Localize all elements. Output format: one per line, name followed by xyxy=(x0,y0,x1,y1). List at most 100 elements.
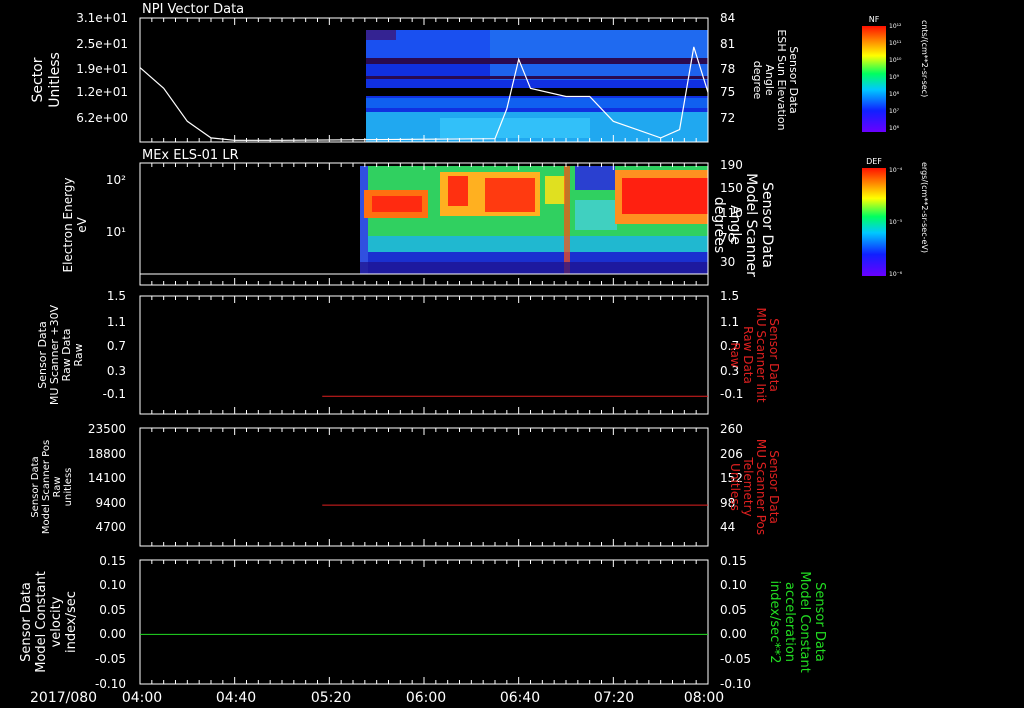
colorbar-nf-tick: 10¹² xyxy=(889,23,902,30)
p2-ylabel-right-line: degrees xyxy=(711,197,727,253)
x-tick-label: 06:40 xyxy=(500,690,540,706)
p3-ylabel-right-line: Raw xyxy=(728,342,742,367)
p2-ylabel-left-line: eV xyxy=(75,216,89,232)
p5-ytick-right: 0.10 xyxy=(720,578,747,592)
x-tick-label: 08:00 xyxy=(684,690,724,706)
p4-ylabel-left-line: Raw xyxy=(52,476,63,497)
p5-ylabel-right-line: Model Constant xyxy=(797,571,812,673)
p5-ytick-right: -0.05 xyxy=(720,652,751,666)
p1-ytick-right: 81 xyxy=(720,37,735,51)
p2-ylabel-right-line: Angle xyxy=(727,205,743,245)
spectrogram-2-yellow-1 xyxy=(545,176,565,204)
p5-ylabel-left-line: Sensor Data xyxy=(19,582,34,662)
p4-ytick-right: 44 xyxy=(720,520,735,534)
colorbar-nf-label: NF xyxy=(869,15,880,24)
p1-ylabel-left-line: Unitless xyxy=(47,52,63,108)
p1-ytick-right: 75 xyxy=(720,85,735,99)
p2-ylabel-left: Electron Energy eV xyxy=(61,177,89,272)
p1-ylabel-left-line: Sector xyxy=(30,57,46,102)
p4-ylabel-left-line: unitless xyxy=(63,468,74,507)
p5-ylabel-right: Sensor Data Model Constant acceleration … xyxy=(767,571,827,673)
p5-ylabel-left: Sensor Data Model Constant velocity inde… xyxy=(19,571,79,673)
p4-ylabel-right-line: Unitless xyxy=(728,463,742,511)
p1-ytick-right: 72 xyxy=(720,111,735,125)
panel-1-title: NPI Vector Data xyxy=(142,2,244,17)
p5-ytick: 0.10 xyxy=(99,578,126,592)
p2-ytick: 10¹ xyxy=(106,225,126,239)
colorbar-nf-tick: 10⁸ xyxy=(889,91,900,98)
x-tick-label: 06:00 xyxy=(406,690,446,706)
x-axis-date: 2017/080 xyxy=(30,690,97,706)
p2-ylabel-right-line: Sensor Data xyxy=(759,182,775,268)
p5-ylabel-right-line: index/sec**2 xyxy=(767,580,782,663)
p4-ylabel-left-line: Model Scanner Pos xyxy=(41,440,52,534)
p5-ytick-right: 0.15 xyxy=(720,554,747,568)
spectrogram-1-gap-2 xyxy=(366,76,708,79)
p1-ylabel-right: Sensor Data ESH Sun Elevation Angle degr… xyxy=(751,29,800,130)
panel-5-frame xyxy=(139,559,709,685)
colorbar-def-tick: 10⁻⁵ xyxy=(889,219,903,226)
colorbar-nf-tick: 10⁷ xyxy=(889,108,900,115)
p2-ytick-right: 30 xyxy=(720,255,735,269)
p4-ytick-right: 260 xyxy=(720,422,743,436)
panel-4-scanner-pos: 23500 18800 14100 9400 4700 260 206 152 … xyxy=(30,422,781,547)
spectrogram-2-hot-1b xyxy=(372,196,422,212)
p1-ytick: 1.2e+01 xyxy=(76,85,128,99)
p2-ytick-right: 190 xyxy=(720,158,743,172)
p4-ytick: 14100 xyxy=(88,471,126,485)
spectrogram-1-band-bright xyxy=(440,118,590,138)
p5-ytick: -0.10 xyxy=(95,677,126,691)
p4-ytick: 23500 xyxy=(88,422,126,436)
p4-ylabel-right-line: MU Scanner Pos xyxy=(754,439,768,535)
spectrogram-1-band-mid xyxy=(490,30,708,80)
spectrogram-2-hot-3b xyxy=(622,178,708,214)
p3-ylabel-right-line: Raw Data xyxy=(741,326,755,384)
p1-ytick: 1.9e+01 xyxy=(76,62,128,76)
spectrogram-1-gap-1 xyxy=(366,58,708,64)
p4-ytick: 4700 xyxy=(95,520,126,534)
colorbar-nf-gradient xyxy=(862,26,886,132)
panel-2-title: MEx ELS-01 LR xyxy=(142,148,239,163)
p2-ylabel-left-line: Electron Energy xyxy=(61,177,75,272)
colorbar-nf: NF 10¹² 10¹¹ 10¹⁰ 10⁹ 10⁸ 10⁷ 10⁶ cnts/(… xyxy=(862,15,929,132)
p5-ylabel-left-line: velocity xyxy=(49,596,64,647)
panel-3-mu-scanner-raw: 1.5 1.1 0.7 0.3 -0.1 1.5 1.1 0.7 0.3 -0.… xyxy=(36,289,781,415)
p1-ytick-right: 84 xyxy=(720,11,735,25)
p1-ytick: 2.5e+01 xyxy=(76,37,128,51)
p5-ytick-right: -0.10 xyxy=(720,677,751,691)
spectrogram-1-band-low-1 xyxy=(366,98,708,108)
p3-ytick-right: 1.1 xyxy=(720,315,739,329)
p5-ylabel-right-line: Sensor Data xyxy=(812,582,827,662)
panel-1-npi-vector: NPI Vector Data 3.1e+01 2.5e+01 1.9e+01 … xyxy=(30,2,800,143)
spectrogram-2-edge xyxy=(360,166,368,274)
p4-ylabel-right-line: Telemetry xyxy=(741,456,755,516)
p3-ytick-right: 1.5 xyxy=(720,289,739,303)
spectrogram-2-spike xyxy=(564,166,570,274)
panel-1-spectrogram xyxy=(366,30,708,142)
spectrogram-2-cyan-patch xyxy=(575,200,617,230)
p5-ytick: 0.00 xyxy=(99,627,126,641)
p2-ytick: 10² xyxy=(106,173,126,187)
p3-ytick: -0.1 xyxy=(103,387,126,401)
spectrogram-2-hot-2a xyxy=(448,176,468,206)
spectrogram-1-fill-dark xyxy=(366,30,396,40)
spectrogram-2-cyan xyxy=(360,236,708,252)
p5-ylabel-left-line: index/sec xyxy=(64,591,79,653)
p3-ytick: 0.7 xyxy=(107,339,126,353)
x-tick-label: 07:20 xyxy=(594,690,634,706)
panel-2-spectrogram xyxy=(360,166,708,274)
p5-ylabel-right-line: acceleration xyxy=(782,582,797,662)
p3-ylabel-right-line: Sensor Data xyxy=(767,318,781,392)
x-tick-label: 05:20 xyxy=(311,690,351,706)
spectrogram-2-hot-2b xyxy=(485,178,535,212)
p5-ytick-right: 0.05 xyxy=(720,603,747,617)
p4-ytick: 18800 xyxy=(88,447,126,461)
colorbar-nf-unit: cnts/(cm**2-sr-sec) xyxy=(920,20,929,97)
colorbar-def-label: DEF xyxy=(866,157,882,166)
colorbar-nf-tick: 10⁶ xyxy=(889,125,900,132)
p3-ylabel-left: Sensor Data MU Scanner +30V Raw Data Raw xyxy=(36,304,85,405)
colorbar-def-tick: 10⁻⁶ xyxy=(889,271,903,278)
colorbar-def-tick: 10⁻⁴ xyxy=(889,167,903,174)
plot-canvas: NPI Vector Data 3.1e+01 2.5e+01 1.9e+01 … xyxy=(19,2,929,706)
colorbar-nf-tick: 10¹¹ xyxy=(889,40,902,47)
